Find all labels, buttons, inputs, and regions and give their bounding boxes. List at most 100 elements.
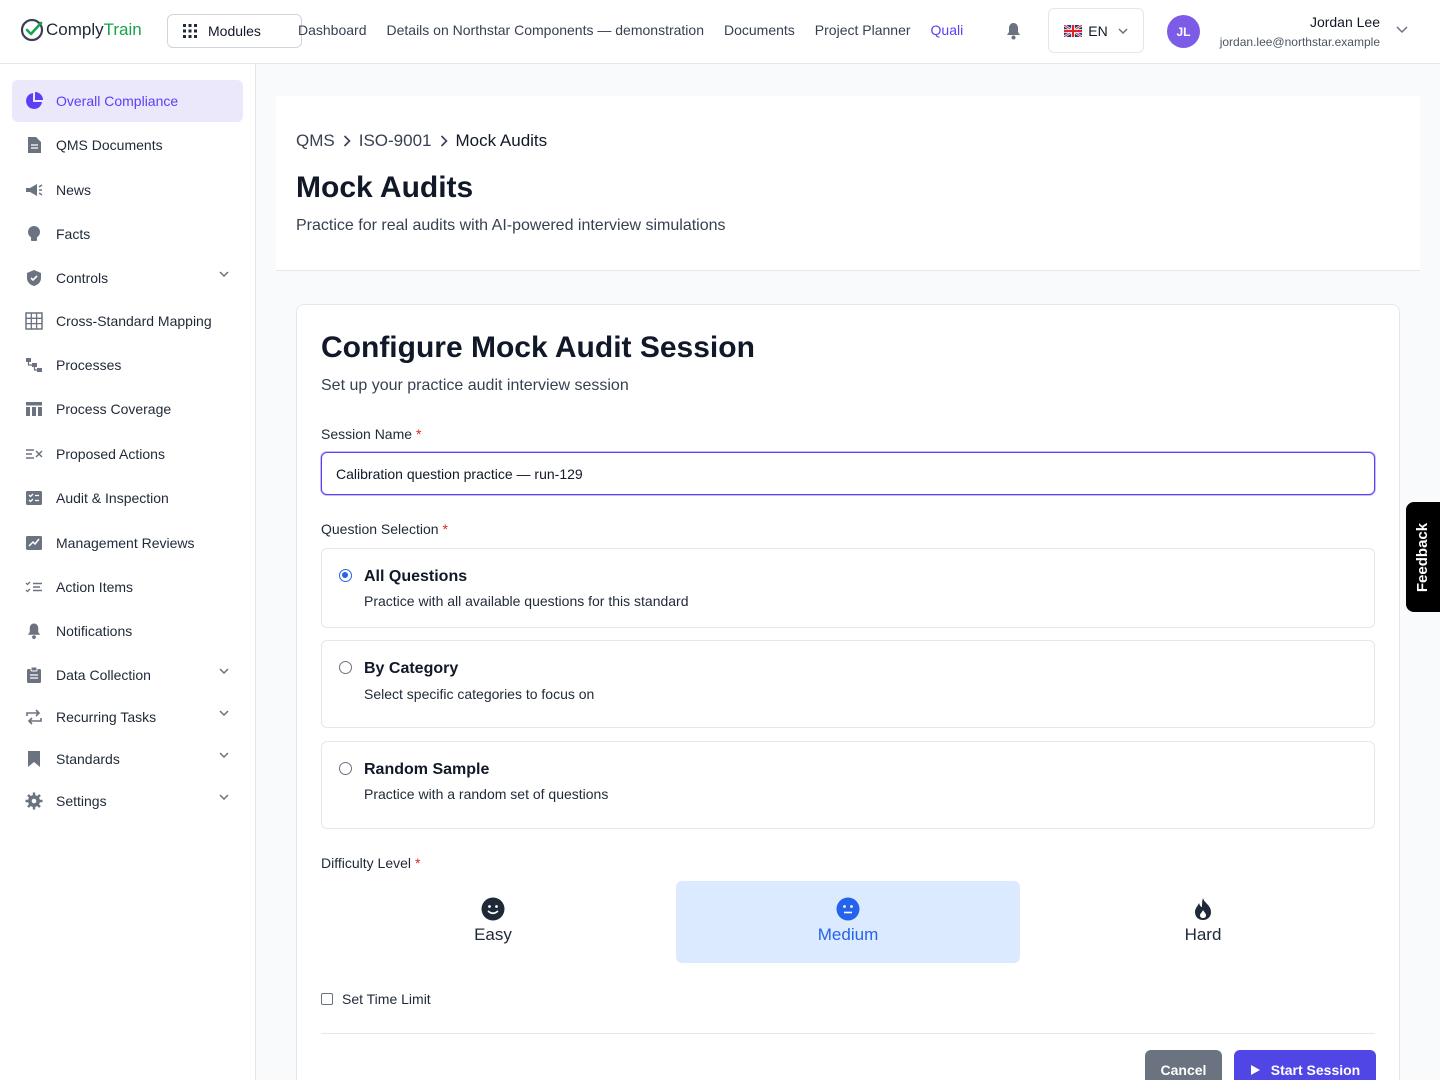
page-title: Mock Audits (296, 171, 474, 204)
difficulty-easy[interactable]: Easy (321, 881, 665, 963)
sidebar-item-news[interactable]: News (12, 169, 243, 211)
difficulty-label-text: Hard (1184, 925, 1222, 944)
nav-quali[interactable]: Quali (931, 22, 964, 38)
language-selector[interactable]: EN (1048, 8, 1144, 53)
radio-all-questions[interactable] (339, 569, 352, 582)
gear-icon (24, 791, 44, 811)
option-description: Practice with all available questions fo… (364, 593, 689, 609)
breadcrumb-current: Mock Audits (455, 131, 548, 150)
list-x-icon (24, 444, 44, 464)
avatar[interactable]: JL (1167, 15, 1200, 48)
sidebar: Overall Compliance QMS Documents News Fa… (0, 64, 256, 1080)
form-subtitle: Set up your practice audit interview ses… (321, 377, 629, 394)
feedback-tab[interactable]: Feedback (1406, 502, 1440, 612)
option-random-sample[interactable]: Random Sample Practice with a random set… (321, 741, 1375, 829)
sidebar-item-overall-compliance[interactable]: Overall Compliance (12, 80, 243, 122)
chevron-down-icon (219, 794, 229, 800)
sidebar-item-label: Proposed Actions (56, 446, 165, 462)
list-check-icon (24, 577, 44, 597)
sidebar-item-audit-inspection[interactable]: Audit & Inspection (12, 477, 243, 519)
sidebar-item-data-collection[interactable]: Data Collection (12, 654, 243, 696)
breadcrumb-iso-9001[interactable]: ISO-9001 (359, 131, 432, 151)
sidebar-item-label: QMS Documents (56, 137, 163, 153)
difficulty-label-text: Medium (817, 925, 879, 944)
sidebar-item-label: Management Reviews (56, 535, 195, 551)
sidebar-item-label: Facts (56, 226, 91, 242)
difficulty-hard[interactable]: Hard (1031, 881, 1375, 963)
bookmark-icon (24, 749, 44, 769)
form-title: Configure Mock Audit Session (321, 331, 755, 364)
nav-project-planner[interactable]: Project Planner (815, 22, 911, 38)
chevron-down-icon (1118, 27, 1128, 34)
sidebar-item-label: Data Collection (56, 667, 151, 683)
sidebar-item-management-reviews[interactable]: Management Reviews (12, 522, 243, 564)
cancel-button[interactable]: Cancel (1145, 1050, 1222, 1080)
nav-dashboard[interactable]: Dashboard (298, 22, 367, 38)
start-session-button[interactable]: Start Session (1234, 1050, 1376, 1080)
chart-box-icon (24, 533, 44, 553)
user-menu-chevron-icon[interactable] (1396, 26, 1408, 34)
breadcrumb-qms[interactable]: QMS (296, 131, 335, 151)
sidebar-item-action-items[interactable]: Action Items (12, 566, 243, 608)
sidebar-item-settings[interactable]: Settings (12, 780, 243, 822)
logo-check-icon (20, 18, 44, 42)
sidebar-item-qms-documents[interactable]: QMS Documents (12, 124, 243, 166)
document-icon (24, 135, 44, 155)
checklist-box-icon (24, 488, 44, 508)
session-name-input[interactable] (321, 452, 1375, 495)
shield-check-icon (24, 268, 44, 288)
session-name-label: Session Name * (321, 426, 422, 442)
time-limit-checkbox[interactable] (321, 993, 333, 1005)
sidebar-item-label: Cross-Standard Mapping (56, 313, 212, 329)
megaphone-icon (24, 180, 44, 200)
sidebar-item-proposed-actions[interactable]: Proposed Actions (12, 433, 243, 475)
sidebar-item-processes[interactable]: Processes (12, 344, 243, 386)
sidebar-item-standards[interactable]: Standards (12, 738, 243, 780)
language-code: EN (1088, 22, 1108, 39)
question-selection-label: Question Selection * (321, 521, 448, 537)
time-limit-label: Set Time Limit (342, 991, 431, 1007)
chevron-right-icon (440, 135, 448, 147)
difficulty-medium[interactable]: Medium (676, 881, 1020, 963)
option-description: Practice with a random set of questions (364, 786, 609, 802)
sidebar-item-controls[interactable]: Controls (12, 257, 243, 299)
repeat-icon (24, 707, 44, 727)
sidebar-item-process-coverage[interactable]: Process Coverage (12, 388, 243, 430)
sidebar-item-label: Processes (56, 357, 122, 373)
user-name[interactable]: Jordan Lee (1310, 14, 1380, 30)
chevron-down-icon (219, 710, 229, 716)
nav-documents[interactable]: Documents (724, 22, 795, 38)
configure-session-card: Configure Mock Audit Session Set up your… (296, 304, 1400, 1080)
sidebar-item-notifications[interactable]: Notifications (12, 610, 243, 652)
fire-icon (1195, 898, 1211, 920)
sidebar-item-label: Settings (56, 793, 107, 809)
play-icon (1250, 1065, 1260, 1075)
feedback-label: Feedback (1414, 522, 1432, 592)
option-all-questions[interactable]: All Questions Practice with all availabl… (321, 548, 1375, 628)
sidebar-item-facts[interactable]: Facts (12, 213, 243, 255)
grid-icon (183, 24, 197, 38)
option-title: By Category (364, 660, 459, 677)
option-by-category[interactable]: By Category Select specific categories t… (321, 640, 1375, 728)
sidebar-item-cross-standard-mapping[interactable]: Cross-Standard Mapping (12, 300, 243, 342)
sidebar-item-recurring-tasks[interactable]: Recurring Tasks (12, 696, 243, 738)
flow-icon (24, 355, 44, 375)
chevron-down-icon (219, 271, 229, 277)
nav-details[interactable]: Details on Northstar Components — demons… (387, 22, 704, 38)
sidebar-item-label: Recurring Tasks (56, 709, 157, 725)
time-limit-toggle[interactable]: Set Time Limit (321, 991, 431, 1007)
lightbulb-icon (24, 224, 44, 244)
radio-random-sample[interactable] (339, 762, 352, 775)
option-description: Select specific categories to focus on (364, 686, 595, 702)
option-title: Random Sample (364, 761, 490, 778)
bell-icon[interactable] (1005, 22, 1022, 40)
start-session-label: Start Session (1270, 1062, 1361, 1078)
bell-icon (24, 621, 44, 641)
app-logo[interactable]: ComplyTrain (20, 18, 142, 42)
top-nav: Dashboard Details on Northstar Component… (298, 22, 983, 38)
sidebar-item-label: Overall Compliance (56, 93, 179, 109)
radio-by-category[interactable] (339, 661, 352, 674)
sidebar-item-label: Notifications (56, 623, 133, 639)
modules-button[interactable]: Modules (167, 14, 302, 48)
pie-chart-icon (24, 91, 44, 111)
